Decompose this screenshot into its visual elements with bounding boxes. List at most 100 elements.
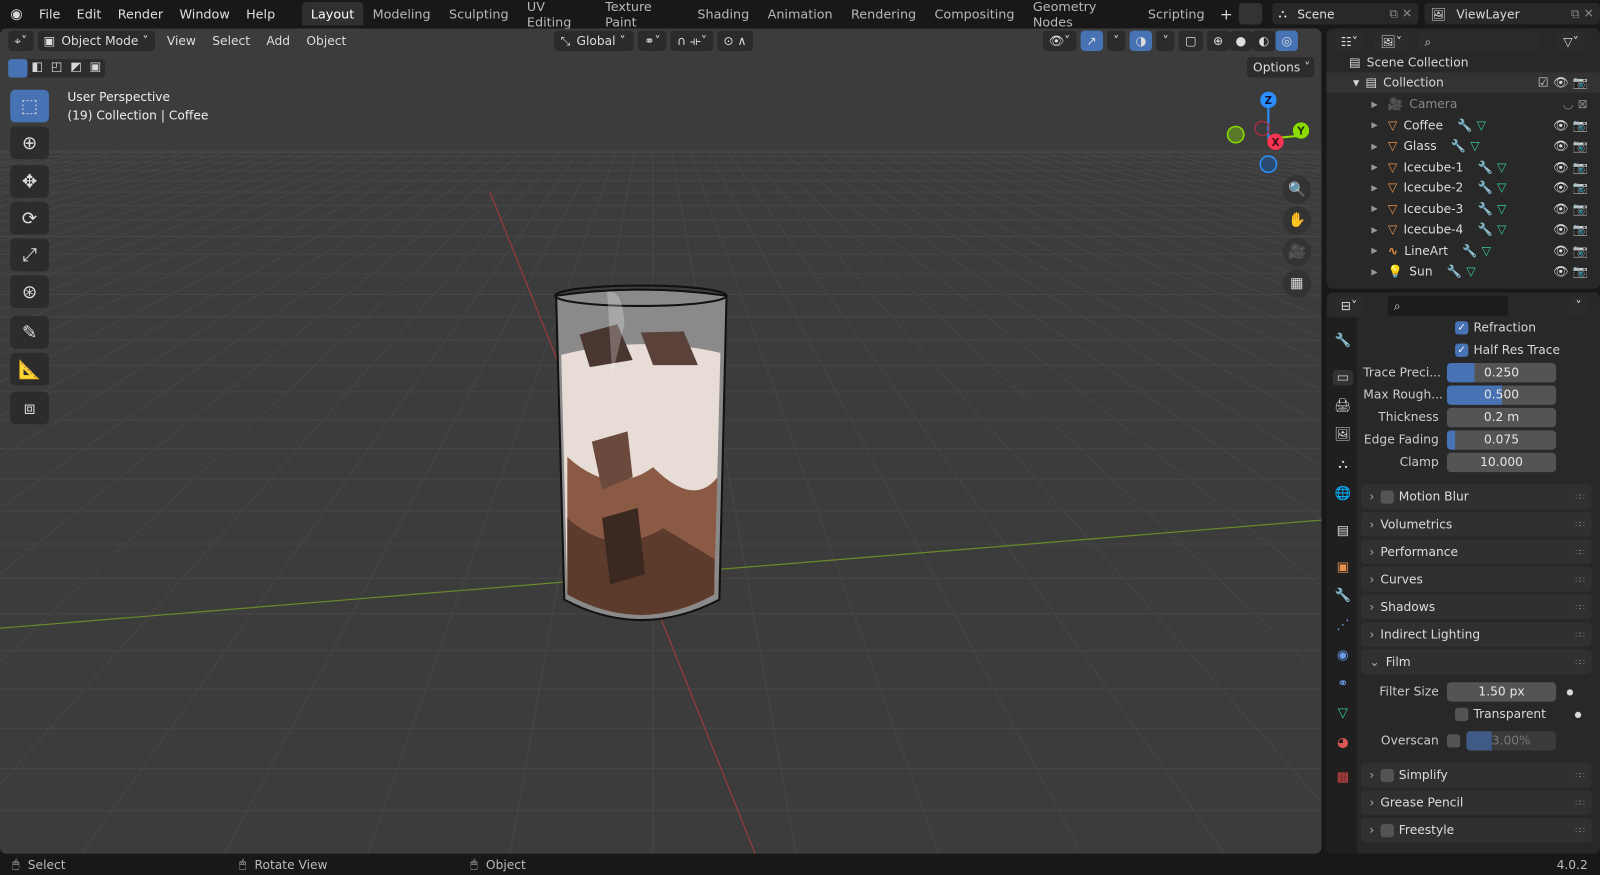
cursor-tool[interactable]: ⊕ <box>10 126 49 160</box>
shading-rendered-button[interactable]: ◎ <box>1275 30 1299 51</box>
drag-handle-icon[interactable]: ∷∷ <box>1575 492 1584 501</box>
view-layer-filter-button[interactable]: 🖼˅ <box>1374 31 1409 53</box>
panel-header[interactable]: › Performance ∷∷ <box>1361 539 1592 564</box>
panel-header[interactable]: › Motion Blur ∷∷ <box>1361 484 1592 509</box>
refraction-checkbox[interactable]: ✓ Refraction <box>1363 317 1592 337</box>
drag-handle-icon[interactable]: ∷∷ <box>1575 520 1584 529</box>
outliner-item[interactable]: ▶ ▽ Icecube-2 🔧 ▽ 👁📷 <box>1327 177 1600 197</box>
3d-viewport[interactable]: ⌖˅ ▣ Object Mode ˅ View Select Add Object… <box>0 28 1322 854</box>
output-tab-icon[interactable]: 🖨 <box>1333 399 1353 414</box>
glass-model[interactable] <box>554 284 728 621</box>
select-extend-icon[interactable]: ◧ <box>28 59 47 77</box>
constraints-tab-icon[interactable]: ⚭ <box>1333 676 1353 691</box>
panel-header[interactable]: › Freestyle ∷∷ <box>1361 817 1592 843</box>
tab-compositing[interactable]: Compositing <box>925 2 1023 25</box>
menu-select[interactable]: Select <box>204 34 258 48</box>
expand-arrow-icon[interactable]: ▶ <box>1371 183 1377 192</box>
expand-arrow-icon[interactable]: ▶ <box>1371 225 1377 234</box>
options-button[interactable]: Options ˅ <box>1246 57 1315 78</box>
outliner-item[interactable]: ▶ ▽ Icecube-3 🔧 ▽ 👁📷 <box>1327 198 1600 218</box>
object-tab-icon[interactable]: ▣ <box>1333 560 1353 575</box>
gizmo-toggle-button[interactable]: ↗ <box>1080 30 1103 51</box>
transparent-checkbox[interactable]: Transparent ● <box>1363 704 1592 724</box>
material-tab-icon[interactable]: ◕ <box>1333 735 1353 750</box>
gizmo-dropdown[interactable]: ˅ <box>1107 30 1126 51</box>
panel-header[interactable]: › Curves ∷∷ <box>1361 567 1592 592</box>
snap-button[interactable]: ∩ ⟛˅ <box>670 30 714 51</box>
checkbox-icon[interactable]: ✓ <box>1455 320 1469 334</box>
tab-modeling[interactable]: Modeling <box>363 2 439 25</box>
drag-handle-icon[interactable]: ∷∷ <box>1575 770 1584 779</box>
visibility-toggles[interactable]: 👁📷 <box>1553 160 1592 174</box>
tab-rendering[interactable]: Rendering <box>842 2 926 25</box>
outliner-item[interactable]: ▶ ▽ Coffee 🔧 ▽ 👁📷 <box>1327 115 1600 135</box>
move-tool[interactable]: ✥ <box>10 165 49 198</box>
expand-arrow-icon[interactable]: ▶ <box>1371 246 1377 255</box>
property-slider[interactable]: 10.000 <box>1446 452 1557 472</box>
overlay-toggle-button[interactable]: ◑ <box>1129 30 1153 51</box>
tab-animation[interactable]: Animation <box>758 2 841 25</box>
checkbox-icon[interactable]: ✓ <box>1455 343 1469 357</box>
mode-selector[interactable]: ▣ Object Mode ˅ <box>37 30 155 51</box>
half-res-trace-checkbox[interactable]: ✓ Half Res Trace <box>1363 340 1592 360</box>
outliner-item[interactable]: ▶ ▽ Icecube-1 🔧 ▽ 👁📷 <box>1327 157 1600 177</box>
property-slider[interactable]: 0.075 <box>1446 429 1557 450</box>
physics-tab-icon[interactable]: ◉ <box>1333 648 1353 663</box>
property-slider[interactable]: 0.500 <box>1446 384 1557 405</box>
panel-header[interactable]: › Grease Pencil ∷∷ <box>1361 790 1592 815</box>
display-mode-button[interactable]: ☷˅ <box>1334 31 1365 53</box>
xray-toggle-button[interactable]: ▢ <box>1178 30 1203 51</box>
outliner-item[interactable]: ▶ 🎥 Camera ◡⊠ <box>1327 94 1600 114</box>
tab-scripting[interactable]: Scripting <box>1139 2 1214 25</box>
camera-view-button[interactable]: 🎥 <box>1282 237 1312 267</box>
select-intersect-icon[interactable]: ▣ <box>86 59 105 77</box>
select-subtract-icon[interactable]: ◰ <box>47 59 66 77</box>
panel-header[interactable]: › Indirect Lighting ∷∷ <box>1361 622 1592 647</box>
collection-toggles[interactable]: ☑👁📷 <box>1538 75 1592 89</box>
drag-handle-icon[interactable]: ∷∷ <box>1575 602 1584 611</box>
view-layer-selector[interactable]: 🖼 ViewLayer ⧉ ✕ <box>1424 3 1600 25</box>
scene-tab-icon[interactable]: ⛬ <box>1333 457 1353 472</box>
properties-editor-type-button[interactable]: ⊟˅ <box>1334 295 1364 317</box>
panel-header[interactable]: › Shadows ∷∷ <box>1361 594 1592 620</box>
drag-handle-icon[interactable]: ∷∷ <box>1575 657 1584 666</box>
checkbox-icon[interactable] <box>1455 707 1469 721</box>
select-new-icon[interactable] <box>8 59 28 78</box>
collection-tab-icon[interactable]: ▤ <box>1333 523 1353 538</box>
visibility-toggles[interactable]: 👁📷 <box>1553 264 1592 278</box>
overscan-checkbox[interactable] <box>1446 733 1461 748</box>
visibility-toggles[interactable]: 👁📷 <box>1553 181 1592 195</box>
drag-handle-icon[interactable]: ∷∷ <box>1575 630 1584 639</box>
visibility-toggles[interactable]: 👁📷 <box>1553 201 1592 215</box>
tool-tab-icon[interactable]: 🔧 <box>1333 333 1353 348</box>
visibility-toggles[interactable]: 👁📷 <box>1553 139 1592 153</box>
properties-search-input[interactable]: ⌕ <box>1387 295 1509 317</box>
blender-logo-icon[interactable]: ◉ <box>0 6 31 22</box>
drag-handle-icon[interactable]: ∷∷ <box>1575 798 1584 807</box>
panel-enable-checkbox[interactable] <box>1380 823 1394 837</box>
scale-tool[interactable]: ⤢ <box>10 238 49 272</box>
scene-selector[interactable]: ⛬ Scene ⧉ ✕ <box>1272 3 1419 25</box>
scene-collection-row[interactable]: ▤ Scene Collection <box>1327 52 1600 72</box>
visibility-button[interactable]: 👁˅ <box>1042 30 1077 51</box>
shading-material-button[interactable]: ◐ <box>1252 30 1276 51</box>
ortho-toggle-button[interactable]: ▦ <box>1282 269 1312 298</box>
outliner-search-input[interactable]: ⌕ <box>1418 31 1539 53</box>
properties-options-button[interactable]: ˅ <box>1569 295 1588 317</box>
data-tab-icon[interactable]: ▽ <box>1333 706 1353 721</box>
visibility-toggles[interactable]: ◡⊠ <box>1563 97 1592 111</box>
expand-arrow-icon[interactable]: ▶ <box>1371 141 1377 150</box>
menu-file[interactable]: File <box>31 6 69 21</box>
panel-enable-checkbox[interactable] <box>1380 768 1394 782</box>
drag-handle-icon[interactable]: ∷∷ <box>1575 547 1584 556</box>
outliner-item[interactable]: ▶ ▽ Glass 🔧 ▽ 👁📷 <box>1327 136 1600 156</box>
expand-arrow-icon[interactable]: ▶ <box>1371 267 1377 276</box>
world-tab-icon[interactable]: 🌐 <box>1333 486 1353 501</box>
pan-view-button[interactable]: ✋ <box>1282 205 1312 235</box>
add-workspace-icon[interactable]: + <box>1214 5 1239 23</box>
tab-layout[interactable]: Layout <box>301 2 364 26</box>
menu-render[interactable]: Render <box>110 6 172 21</box>
outliner-item[interactable]: ▶ ▽ Icecube-4 🔧 ▽ 👁📷 <box>1327 219 1600 239</box>
expand-arrow-icon[interactable]: ▼ <box>1353 78 1359 87</box>
shading-solid-button[interactable]: ● <box>1229 30 1253 51</box>
